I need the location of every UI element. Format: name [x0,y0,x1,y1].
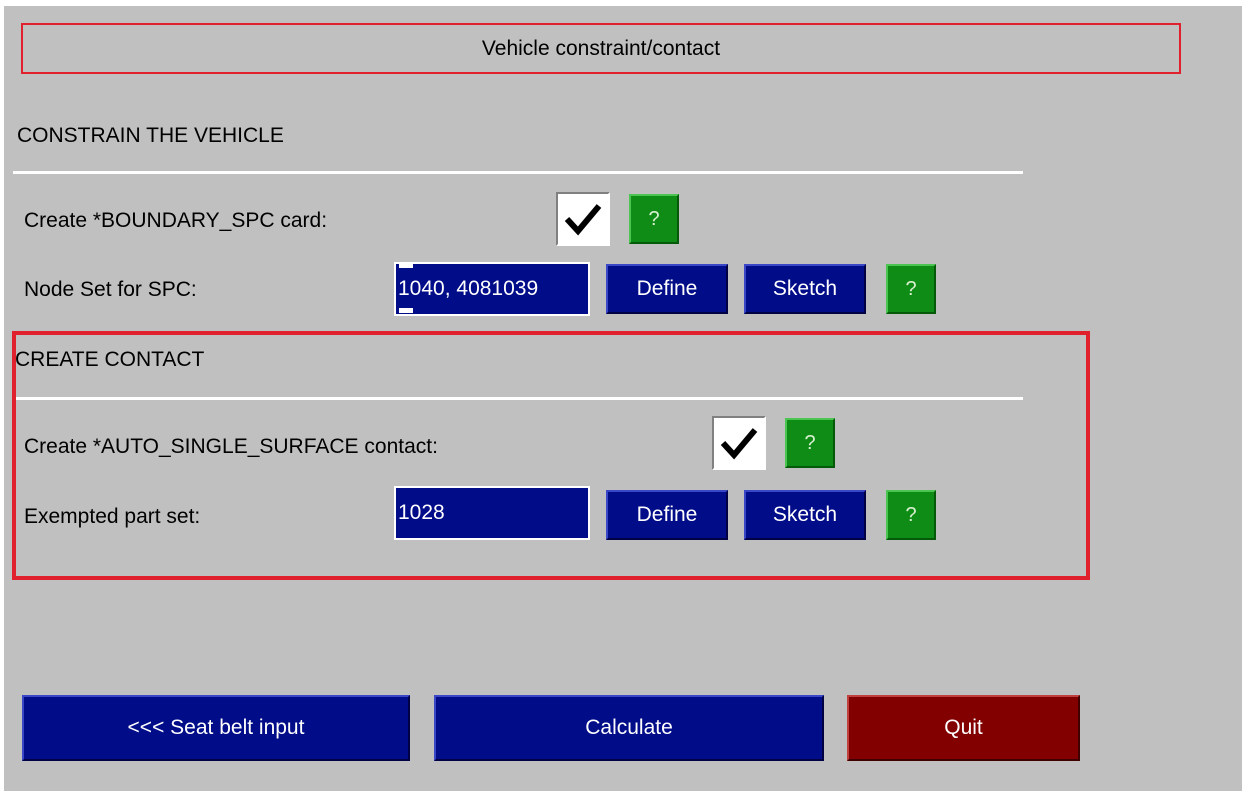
boundary-spc-checkbox[interactable] [556,192,610,246]
quit-button[interactable]: Quit [847,695,1080,761]
node-set-sketch-label: Sketch [772,277,838,300]
node-set-help-button[interactable]: ? [886,264,936,314]
exempted-part-set-define-label: Define [636,503,698,526]
node-set-value: 1040, 4081039 [398,277,539,300]
text-caret-top [399,263,413,268]
boundary-spc-label: Create *BOUNDARY_SPC card: [24,209,328,232]
window-title: Vehicle constraint/contact [21,23,1181,74]
checkmark-icon [720,428,758,460]
help-icon: ? [905,277,917,300]
auto-single-surface-label: Create *AUTO_SINGLE_SURFACE contact: [24,435,438,458]
node-set-input[interactable]: 1040, 4081039 [394,262,590,316]
help-icon: ? [648,207,660,230]
exempted-part-set-define-button[interactable]: Define [606,490,728,540]
exempted-part-set-value: 1028 [398,501,445,524]
seat-belt-input-button[interactable]: <<< Seat belt input [22,695,410,761]
calculate-button[interactable]: Calculate [434,695,824,761]
exempted-part-set-sketch-button[interactable]: Sketch [744,490,866,540]
help-icon: ? [804,431,816,454]
checkmark-icon [564,204,602,236]
auto-single-surface-help-button[interactable]: ? [785,418,835,468]
window-title-text: Vehicle constraint/contact [481,36,721,60]
node-set-define-label: Define [636,277,698,300]
seat-belt-input-label: <<< Seat belt input [127,716,305,739]
contact-section-heading: CREATE CONTACT [15,348,205,371]
calculate-label: Calculate [585,716,673,739]
text-caret-bottom [399,308,413,313]
constrain-section-heading: CONSTRAIN THE VEHICLE [17,124,284,147]
exempted-part-set-sketch-label: Sketch [772,503,838,526]
exempted-part-set-help-button[interactable]: ? [886,490,936,540]
exempted-part-set-label: Exempted part set: [24,505,201,528]
main-panel: Vehicle constraint/contact CONSTRAIN THE… [4,6,1242,791]
contact-section-divider [13,397,1023,400]
node-set-label: Node Set for SPC: [24,278,197,301]
node-set-define-button[interactable]: Define [606,264,728,314]
quit-label: Quit [944,716,983,739]
help-icon: ? [905,503,917,526]
node-set-sketch-button[interactable]: Sketch [744,264,866,314]
boundary-spc-help-button[interactable]: ? [629,194,679,244]
constrain-section-divider [13,171,1023,174]
exempted-part-set-input[interactable]: 1028 [394,486,590,540]
auto-single-surface-checkbox[interactable] [712,416,766,470]
